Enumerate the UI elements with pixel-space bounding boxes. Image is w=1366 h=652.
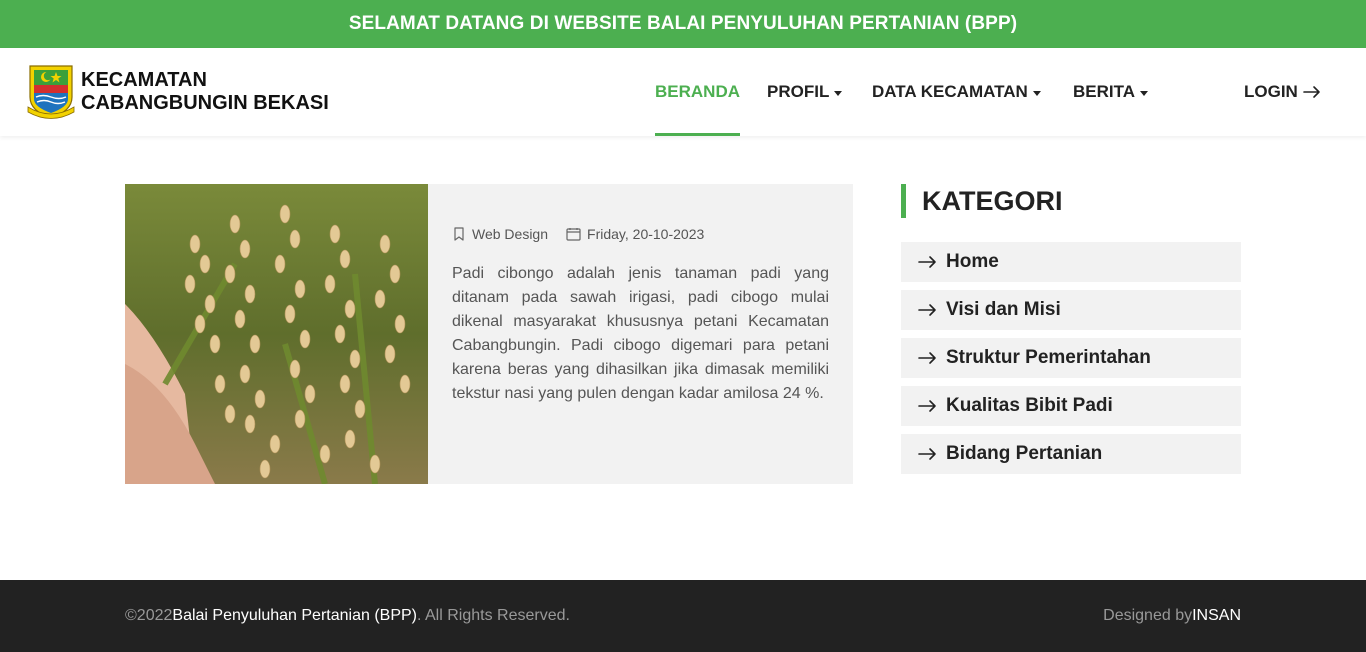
arrow-right-icon [918, 351, 937, 365]
category-sidebar: KATEGORI Home Visi dan Misi Struktur Pem… [901, 184, 1241, 482]
category-item-struktur[interactable]: Struktur Pemerintahan [901, 338, 1241, 378]
arrow-right-icon [918, 447, 937, 461]
nav-data-kecamatan-label: DATA KECAMATAN [872, 82, 1028, 101]
category-label: Home [946, 251, 999, 272]
footer-org-link[interactable]: Balai Penyuluhan Pertanian (BPP) [172, 607, 417, 625]
copyright-suffix: . All Rights Reserved. [416, 607, 570, 624]
nav-berita[interactable]: BERITA [1073, 48, 1149, 136]
arrow-right-icon [918, 255, 937, 269]
brand-line-1: KECAMATAN [81, 69, 207, 91]
arrow-right-icon [918, 399, 937, 413]
category-label: Kualitas Bibit Padi [946, 395, 1113, 416]
designer-link[interactable]: INSAN [1192, 607, 1241, 625]
category-label: Struktur Pemerintahan [946, 347, 1151, 368]
copyright-prefix: ©2022 [125, 607, 173, 624]
category-item-home[interactable]: Home [901, 242, 1241, 282]
category-label: Bidang Pertanian [946, 443, 1103, 464]
category-item-kualitas-bibit[interactable]: Kualitas Bibit Padi [901, 386, 1241, 426]
category-list: Home Visi dan Misi Struktur Pemerintahan… [901, 242, 1241, 474]
category-item-visi-misi[interactable]: Visi dan Misi [901, 290, 1241, 330]
sidebar-title: KATEGORI [901, 184, 1241, 218]
active-nav-underline [655, 133, 740, 136]
designed-by-prefix: Designed by [1103, 607, 1193, 624]
bekasi-emblem-icon [26, 63, 76, 121]
brand[interactable]: KECAMATAN CABANGBUNGIN BEKASI [26, 63, 329, 121]
arrow-right-icon [918, 303, 937, 317]
brand-line-2: CABANGBUNGIN BEKASI [81, 92, 329, 114]
nav-beranda[interactable]: BERANDA [655, 48, 740, 136]
nav-beranda-label: BERANDA [655, 82, 740, 101]
brand-name: KECAMATAN CABANGBUNGIN BEKASI [81, 69, 329, 115]
post-category[interactable]: Web Design [472, 226, 548, 242]
post-date: Friday, 20-10-2023 [587, 226, 705, 242]
category-item-bidang-pertanian[interactable]: Bidang Pertanian [901, 434, 1241, 474]
post-excerpt: Padi cibongo adalah jenis tanaman padi y… [452, 265, 829, 402]
footer-copyright: ©2022 Balai Penyuluhan Pertanian (BPP) .… [125, 580, 570, 652]
calendar-icon [566, 227, 581, 241]
post-meta: Web Design Friday, 20-10-2023 [452, 224, 829, 244]
caret-down-icon [1140, 90, 1149, 96]
welcome-banner: SELAMAT DATANG DI WEBSITE BALAI PENYULUH… [0, 0, 1366, 48]
caret-down-icon [834, 90, 843, 96]
nav-profil-label: PROFIL [767, 82, 830, 101]
nav-data-kecamatan[interactable]: DATA KECAMATAN [872, 48, 1041, 136]
nav-profil[interactable]: PROFIL [767, 48, 843, 136]
nav-berita-label: BERITA [1073, 82, 1136, 101]
welcome-banner-text: SELAMAT DATANG DI WEBSITE BALAI PENYULUH… [348, 13, 1018, 34]
bookmark-icon [452, 227, 466, 241]
footer-credits: Designed by INSAN [1103, 580, 1241, 652]
login-link[interactable]: LOGIN [1244, 48, 1321, 136]
post-card[interactable]: Web Design Friday, 20-10-2023 Padi cibon… [125, 184, 853, 484]
caret-down-icon [1032, 90, 1041, 96]
arrow-right-icon [1303, 85, 1321, 99]
footer: ©2022 Balai Penyuluhan Pertanian (BPP) .… [0, 580, 1366, 652]
rice-plant-image[interactable] [125, 184, 428, 484]
navbar: KECAMATAN CABANGBUNGIN BEKASI BERANDA PR… [0, 48, 1366, 136]
login-label: LOGIN [1244, 82, 1298, 101]
category-label: Visi dan Misi [946, 299, 1061, 320]
post-body: Web Design Friday, 20-10-2023 Padi cibon… [428, 184, 853, 484]
